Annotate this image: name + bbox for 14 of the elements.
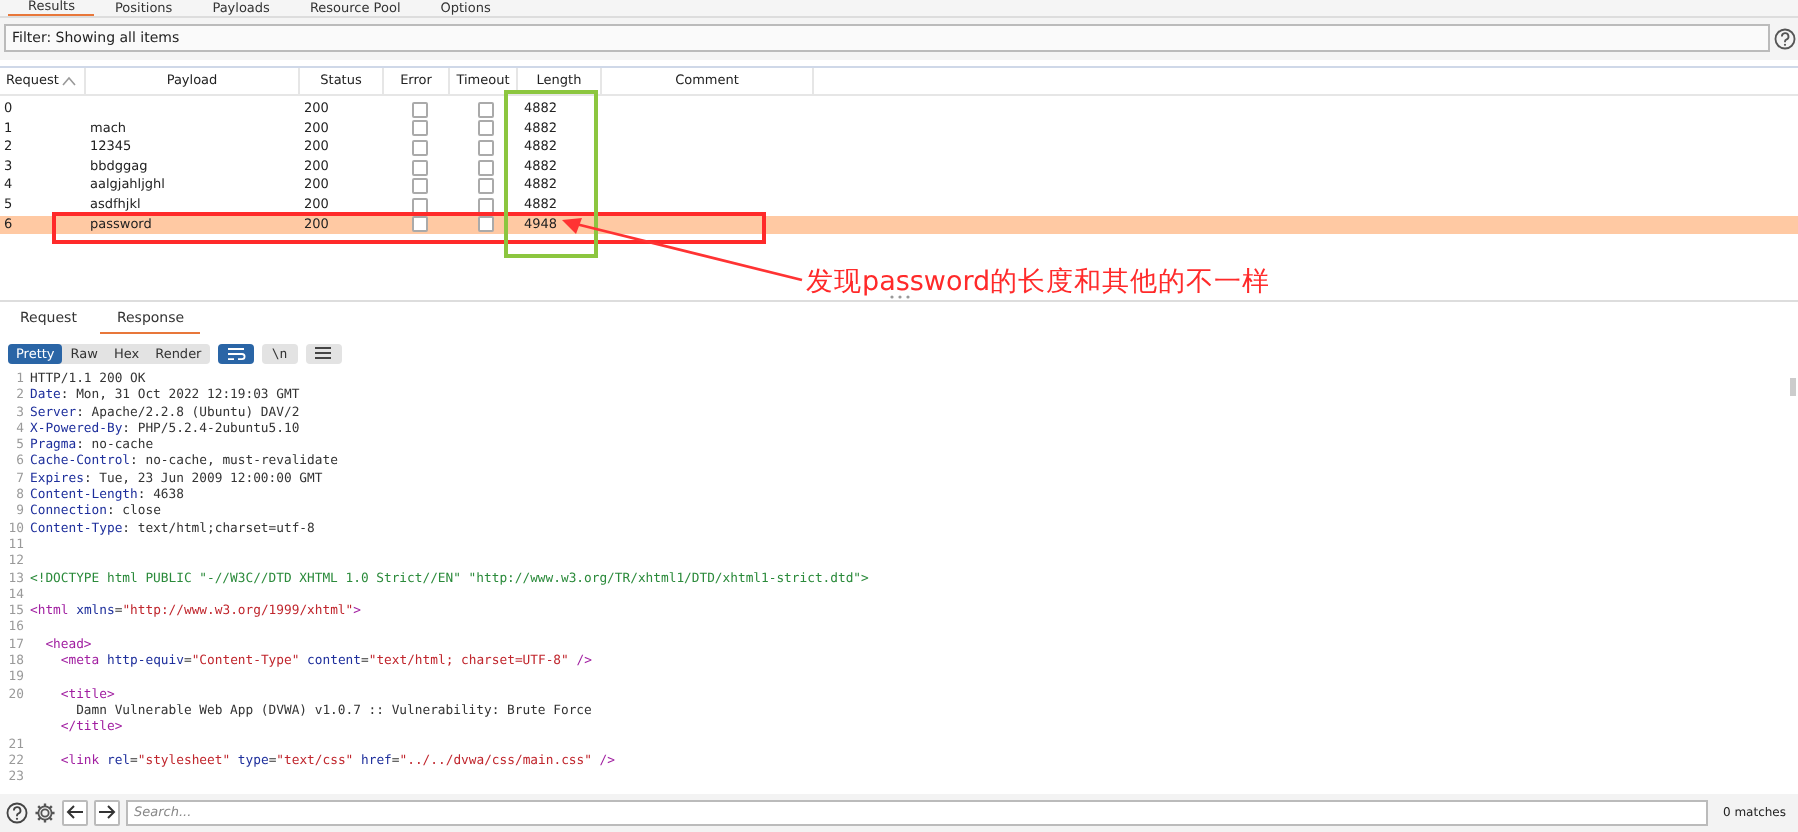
forward-button[interactable] (94, 799, 120, 825)
scrollbar[interactable] (1790, 378, 1796, 396)
settings-icon[interactable] (34, 801, 56, 823)
help-icon[interactable] (1774, 27, 1796, 49)
left-arrow-icon (66, 804, 84, 820)
wrap-icon (225, 345, 246, 361)
annotation-text: 发现password的长度和其他的不一样 (806, 268, 1271, 296)
wrap-button[interactable] (217, 343, 254, 363)
right-arrow-icon (98, 804, 116, 820)
menu-icon (314, 346, 333, 360)
help-icon[interactable] (6, 801, 28, 823)
menu-button[interactable] (305, 343, 342, 363)
back-button[interactable] (62, 799, 88, 825)
splitter-handle-icon[interactable] (887, 294, 911, 300)
